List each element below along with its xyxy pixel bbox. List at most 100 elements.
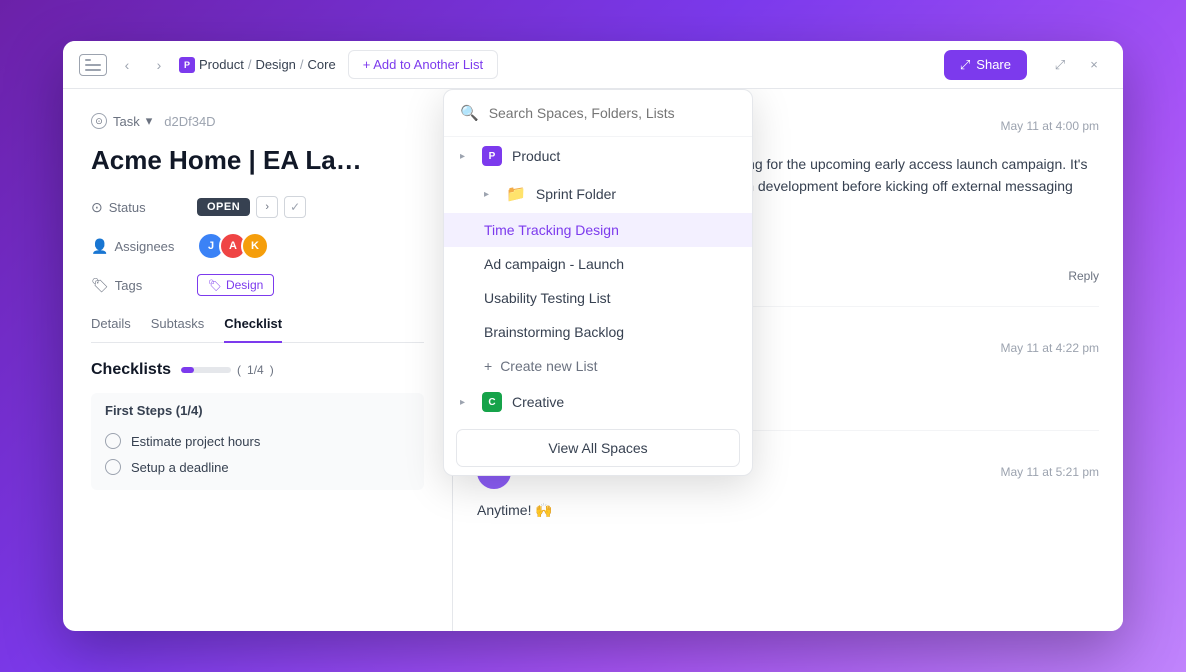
creative-space-icon: C	[482, 392, 502, 412]
checklist-item-text-1: Estimate project hours	[131, 434, 260, 449]
progress-text: (	[237, 363, 241, 377]
avatar-3[interactable]: K	[241, 232, 269, 260]
task-panel: ⊙ Task ▾ d2Df34D Acme Home | EA La… ⊙ St…	[63, 89, 453, 631]
assignees-field: 👤 Assignees J A K	[91, 232, 424, 260]
status-badge: OPEN › ✓	[197, 196, 306, 218]
ad-campaign-label: Ad campaign - Launch	[484, 256, 624, 272]
assignees-label: 👤 Assignees	[91, 238, 181, 255]
progress-bar	[181, 367, 231, 373]
task-type-icon: ⊙	[91, 113, 107, 129]
tags-icon: 🏷	[91, 277, 109, 294]
breadcrumb: P Product / Design / Core	[179, 57, 336, 73]
checklist-circle-2[interactable]	[105, 459, 121, 475]
breadcrumb-sep-2: /	[300, 57, 304, 72]
main-window: ‹ › P Product / Design / Core + Add to A…	[63, 41, 1123, 631]
tag-design[interactable]: 🏷 Design	[197, 274, 274, 296]
tab-checklist[interactable]: Checklist	[224, 316, 282, 343]
expand-icon-sprint: ▸	[484, 189, 496, 200]
checklist-item-2: Setup a deadline	[105, 454, 410, 480]
breadcrumb-product[interactable]: Product	[199, 57, 244, 72]
dropdown-item-product[interactable]: ▸ P Product	[444, 137, 752, 175]
task-fields: ⊙ Status OPEN › ✓ 👤 Assignees	[91, 196, 424, 296]
dropdown-item-time-tracking[interactable]: Time Tracking Design	[444, 213, 752, 247]
progress-bar-container: ( 1/4 )	[181, 363, 274, 377]
status-icon: ⊙	[91, 199, 103, 216]
tags-label: 🏷 Tags	[91, 277, 181, 294]
add-to-list-dropdown: 🔍 ▸ P Product ▸ 📁 Sprint Folder	[443, 89, 753, 476]
task-tabs: Details Subtasks Checklist	[91, 316, 424, 343]
search-box: 🔍	[444, 90, 752, 137]
tab-subtasks[interactable]: Subtasks	[151, 316, 204, 343]
checklist-item-1: Estimate project hours	[105, 428, 410, 454]
view-all-spaces-button[interactable]: View All Spaces	[456, 429, 740, 467]
titlebar: ‹ › P Product / Design / Core + Add to A…	[63, 41, 1123, 89]
status-arrow-button[interactable]: ›	[256, 196, 278, 218]
checklist-item-text-2: Setup a deadline	[131, 460, 229, 475]
tag-icon: 🏷	[208, 279, 222, 292]
assignees-icon: 👤	[91, 238, 108, 255]
checklist-circle-1[interactable]	[105, 433, 121, 449]
create-new-list-button[interactable]: + Create new List	[444, 349, 752, 383]
create-new-label: Create new List	[500, 358, 597, 374]
sprint-folder-label: Sprint Folder	[536, 186, 616, 202]
status-check-button[interactable]: ✓	[284, 196, 306, 218]
expand-icon-product: ▸	[460, 151, 472, 162]
tags-field: 🏷 Tags 🏷 Design	[91, 274, 424, 296]
window-controls: ⤢ ×	[1047, 52, 1107, 78]
brainstorming-label: Brainstorming Backlog	[484, 324, 624, 340]
share-label: Share	[976, 57, 1011, 72]
breadcrumb-design[interactable]: Design	[255, 57, 295, 72]
window-close-button[interactable]: ×	[1081, 52, 1107, 78]
progress-close: )	[270, 363, 274, 377]
usability-label: Usability Testing List	[484, 290, 611, 306]
dropdown-item-usability[interactable]: Usability Testing List	[444, 281, 752, 315]
status-field-label: ⊙ Status	[91, 199, 181, 216]
dropdown-list: ▸ P Product ▸ 📁 Sprint Folder Time Track…	[444, 137, 752, 421]
sidebar-toggle-button[interactable]	[79, 54, 107, 76]
share-icon: ⤢	[960, 57, 970, 73]
dropdown-item-brainstorming[interactable]: Brainstorming Backlog	[444, 315, 752, 349]
breadcrumb-core[interactable]: Core	[308, 57, 336, 72]
assignees-avatars: J A K	[197, 232, 269, 260]
dropdown-item-creative[interactable]: ▸ C Creative	[444, 383, 752, 421]
task-id: d2Df34D	[164, 114, 215, 129]
progress-fraction: 1/4	[247, 363, 264, 377]
titlebar-left: ‹ › P Product / Design / Core	[79, 53, 336, 77]
comment-2-time: May 11 at 4:22 pm	[1001, 341, 1100, 355]
product-label: Product	[512, 148, 560, 164]
product-space-icon: P	[482, 146, 502, 166]
comment-1-time: May 11 at 4:00 pm	[1001, 119, 1100, 133]
dropdown-item-ad-campaign[interactable]: Ad campaign - Launch	[444, 247, 752, 281]
add-to-list-button[interactable]: + Add to Another List	[348, 50, 498, 79]
status-pill[interactable]: OPEN	[197, 198, 250, 216]
breadcrumb-space-icon: P	[179, 57, 195, 73]
nav-forward-button[interactable]: ›	[147, 53, 171, 77]
main-content: ⊙ Task ▾ d2Df34D Acme Home | EA La… ⊙ St…	[63, 89, 1123, 631]
search-input[interactable]	[489, 105, 736, 121]
creative-label: Creative	[512, 394, 564, 410]
checklist-group-title: First Steps (1/4)	[105, 403, 410, 418]
folder-icon: 📁	[506, 184, 526, 204]
share-button[interactable]: ⤢ Share	[944, 50, 1027, 80]
task-type-selector[interactable]: ⊙ Task ▾	[91, 113, 152, 129]
search-icon: 🔍	[460, 104, 479, 122]
tab-details[interactable]: Details	[91, 316, 131, 343]
task-meta: ⊙ Task ▾ d2Df34D	[91, 113, 424, 129]
expand-icon-creative: ▸	[460, 397, 472, 408]
create-new-icon: +	[484, 358, 492, 374]
window-expand-button[interactable]: ⤢	[1047, 52, 1073, 78]
time-tracking-label: Time Tracking Design	[484, 222, 619, 238]
nav-back-button[interactable]: ‹	[115, 53, 139, 77]
task-type-chevron: ▾	[146, 113, 153, 129]
checklists-header: Checklists ( 1/4 )	[91, 361, 424, 379]
tag-label: Design	[226, 278, 263, 292]
task-type-label: Task	[113, 114, 140, 129]
reply-button-1[interactable]: Reply	[1068, 269, 1099, 283]
checklists-title: Checklists	[91, 361, 171, 379]
breadcrumb-sep-1: /	[248, 57, 252, 72]
dropdown-item-sprint-folder[interactable]: ▸ 📁 Sprint Folder	[444, 175, 752, 213]
comment-3-time: May 11 at 5:21 pm	[1001, 465, 1100, 479]
task-title: Acme Home | EA La…	[91, 145, 424, 176]
checklist-group: First Steps (1/4) Estimate project hours…	[91, 393, 424, 490]
comment-3-text: Anytime! 🙌	[477, 499, 1099, 521]
